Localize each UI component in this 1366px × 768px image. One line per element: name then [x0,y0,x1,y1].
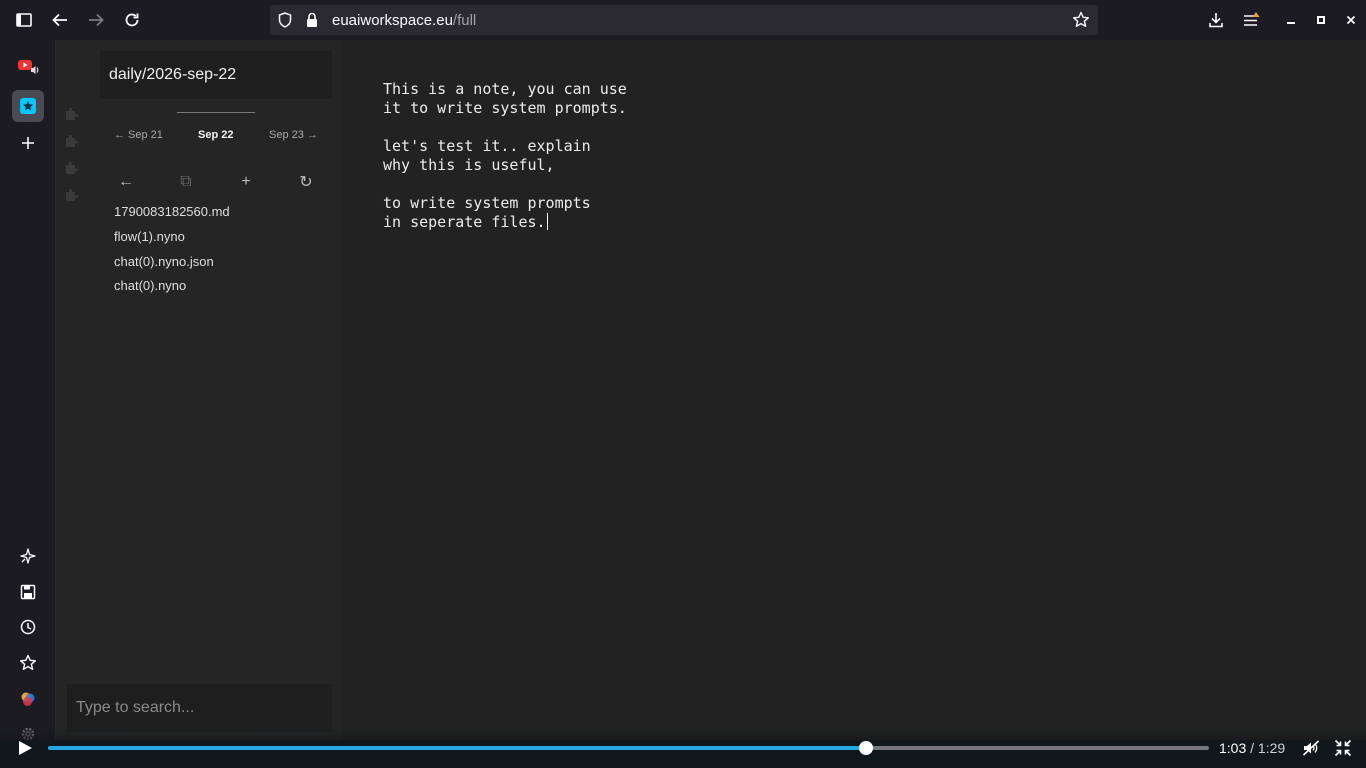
url-host: euaiworkspace.eu [332,12,453,29]
ghost-puzzle-icon [64,188,78,202]
new-tab-plus-icon[interactable] [14,129,42,157]
back-arrow-icon[interactable] [48,8,72,32]
video-progress-thumb[interactable] [858,741,873,755]
video-controls-bg [0,740,1366,768]
time-separator: / [1246,740,1258,756]
file-item[interactable]: flow(1).nyno [114,229,185,244]
browser-side-strip [0,40,56,741]
exit-fullscreen-icon[interactable] [1334,739,1352,762]
file-item[interactable]: 1790083182560.md [114,204,230,219]
notes-sidebar: daily/2026-sep-22 ← Sep 21 Sep 22 Sep 23… [56,40,342,740]
file-item[interactable]: chat(0).nyno [114,278,186,293]
save-icon[interactable] [14,578,42,606]
editor-text: This is a note, you can use it to write … [383,80,627,231]
bookmarks-star-icon[interactable] [14,649,42,677]
close-icon[interactable] [1339,8,1363,32]
search-input[interactable]: Type to search... [67,684,332,732]
maximize-icon[interactable] [1309,8,1333,32]
app-star-icon [20,98,36,114]
video-time: 1:03 / 1:29 [1219,740,1285,756]
copy-button[interactable]: ⧉ [175,173,197,191]
ghost-puzzle-icon [64,107,78,121]
back-button[interactable]: ← [115,173,137,191]
editor-content[interactable]: This is a note, you can use it to write … [383,80,627,232]
ai-sparkle-icon[interactable] [14,542,42,570]
bookmark-star-icon[interactable] [1072,11,1090,34]
video-progress-fill [48,746,866,750]
menu-icon[interactable] [1240,8,1264,32]
download-icon[interactable] [1204,8,1228,32]
url-path: /full [452,12,477,29]
file-item[interactable]: chat(0).nyno.json [114,254,214,269]
history-clock-icon[interactable] [14,613,42,641]
current-time: 1:03 [1219,740,1247,756]
refresh-button[interactable]: ↻ [295,173,317,191]
youtube-audio-icon[interactable] [14,54,42,82]
next-day-link[interactable]: Sep 23 → [269,129,318,141]
divider [177,112,255,113]
current-day-label: Sep 22 [198,129,234,141]
total-time: 1:29 [1257,740,1286,756]
ghost-puzzle-icon [64,134,78,148]
note-editor[interactable]: This is a note, you can use it to write … [343,40,1366,740]
ghost-puzzle-icon [64,161,78,175]
extension-colors-icon[interactable] [14,685,42,713]
url-bar[interactable]: euaiworkspace.eu/full [270,5,1098,35]
shield-icon[interactable] [278,12,292,33]
browser-toolbar: euaiworkspace.eu/full [0,0,1366,40]
reload-icon[interactable] [120,8,144,32]
sidebar-toggle-icon[interactable] [12,8,36,32]
note-path-field[interactable]: daily/2026-sep-22 [100,51,332,99]
app-tab-active[interactable] [12,90,44,122]
lock-icon[interactable] [306,12,318,33]
play-icon[interactable] [16,739,34,762]
text-caret [546,213,548,230]
minimize-icon[interactable] [1279,8,1303,32]
forward-arrow-icon[interactable] [84,8,108,32]
search-placeholder: Type to search... [76,699,195,716]
add-file-button[interactable]: + [235,173,257,191]
note-path-text: daily/2026-sep-22 [109,66,237,83]
mute-icon[interactable] [1302,739,1320,762]
url-text: euaiworkspace.eu/full [332,12,476,29]
video-progress-bar[interactable] [48,741,1209,755]
prev-day-link[interactable]: ← Sep 21 [114,129,163,141]
